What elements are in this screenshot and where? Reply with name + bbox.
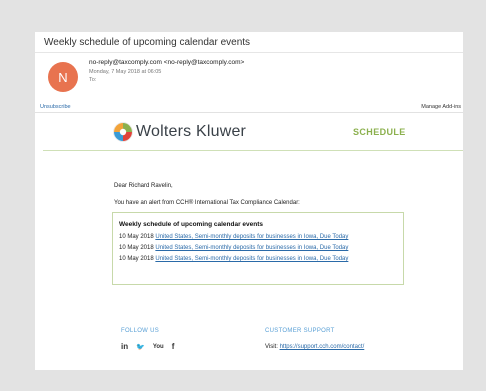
event-date: 10 May 2018 xyxy=(119,245,154,251)
sent-date: Monday, 7 May 2018 at 06:05 xyxy=(89,69,162,75)
twitter-icon[interactable]: 🐦 xyxy=(136,343,145,351)
divider xyxy=(35,112,463,113)
youtube-icon[interactable]: You xyxy=(153,344,164,350)
visit-support: Visit: https://support.cch.com/contact/ xyxy=(265,344,364,350)
sender-address[interactable]: no-reply@taxcomply.com <no-reply@taxcomp… xyxy=(89,59,244,66)
linkedin-icon[interactable]: in xyxy=(121,342,128,351)
wolters-kluwer-logo-icon xyxy=(113,122,133,142)
email-subject: Weekly schedule of upcoming calendar eve… xyxy=(44,37,251,48)
event-row: 10 May 2018 United States, Semi-monthly … xyxy=(119,245,348,251)
sender-avatar: N xyxy=(48,62,78,92)
social-links: in 🐦 You f xyxy=(121,342,174,351)
to-label: To: xyxy=(89,77,97,83)
unsubscribe-link[interactable]: Unsubscribe xyxy=(40,104,71,110)
divider xyxy=(35,52,463,53)
customer-support-heading: CUSTOMER SUPPORT xyxy=(265,328,335,334)
event-link[interactable]: United States, Semi-monthly deposits for… xyxy=(155,234,348,240)
event-link[interactable]: United States, Semi-monthly deposits for… xyxy=(155,256,348,262)
events-box-title: Weekly schedule of upcoming calendar eve… xyxy=(119,221,264,228)
email-viewer: Weekly schedule of upcoming calendar eve… xyxy=(35,32,463,370)
alert-text: You have an alert from CCH® Internationa… xyxy=(114,200,300,206)
facebook-icon[interactable]: f xyxy=(172,342,175,351)
event-link[interactable]: United States, Semi-monthly deposits for… xyxy=(155,245,348,251)
greeting: Dear Richard Ravelin, xyxy=(114,183,173,189)
follow-us-heading: FOLLOW US xyxy=(121,328,160,334)
events-box: Weekly schedule of upcoming calendar eve… xyxy=(112,212,404,285)
support-link[interactable]: https://support.cch.com/contact/ xyxy=(280,344,365,350)
manage-addins-link[interactable]: Manage Add-ins xyxy=(421,104,461,110)
divider xyxy=(43,150,463,151)
event-date: 10 May 2018 xyxy=(119,256,154,262)
event-row: 10 May 2018 United States, Semi-monthly … xyxy=(119,234,348,240)
event-row: 10 May 2018 United States, Semi-monthly … xyxy=(119,256,348,262)
event-date: 10 May 2018 xyxy=(119,234,154,240)
visit-label: Visit: xyxy=(265,344,280,350)
brand-name: Wolters Kluwer xyxy=(136,123,247,140)
schedule-tag: SCHEDULE xyxy=(353,127,406,137)
